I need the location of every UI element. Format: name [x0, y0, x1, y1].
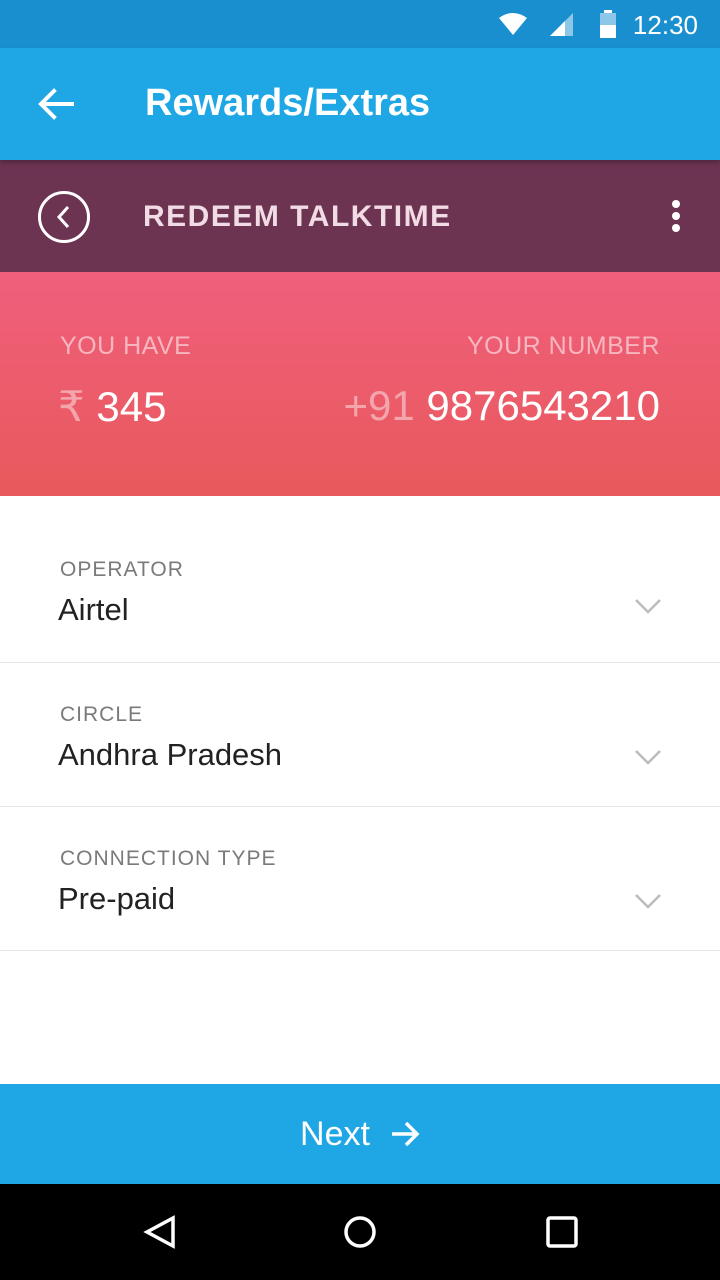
circle-value: Andhra Pradesh [58, 737, 283, 772]
operator-select[interactable]: OPERATOR Airtel [0, 496, 720, 663]
arrow-left-icon [38, 88, 74, 120]
back-triangle-icon [143, 1215, 175, 1249]
status-time: 12:30 [632, 10, 698, 40]
balance-amount: ₹ 345 [58, 382, 166, 431]
phone-number-value: 9876543210 [426, 382, 660, 429]
home-circle-icon [344, 1216, 376, 1248]
connection-type-value: Pre-paid [58, 881, 176, 916]
more-options-button[interactable] [658, 194, 694, 238]
status-bar: 12:30 [0, 0, 720, 48]
next-label: Next [300, 1114, 370, 1153]
phone-number: +91 9876543210 [343, 382, 660, 430]
circle-label: CIRCLE [60, 703, 144, 726]
back-button[interactable] [28, 76, 84, 132]
section-title: REDEEM TALKTIME [143, 200, 452, 233]
nav-back-button[interactable] [100, 1184, 220, 1280]
balance-panel: YOU HAVE YOUR NUMBER ₹ 345 +91 987654321… [0, 272, 720, 496]
more-vertical-icon [672, 200, 680, 208]
app-title: Rewards/Extras [145, 82, 431, 124]
arrow-right-icon [391, 1121, 420, 1147]
chevron-down-icon [635, 599, 661, 614]
section-header: REDEEM TALKTIME [0, 160, 720, 272]
rupee-icon: ₹ [58, 383, 85, 430]
app-bar: Rewards/Extras [0, 48, 720, 160]
chevron-left-icon [56, 205, 70, 229]
circle-select[interactable]: CIRCLE Andhra Pradesh [0, 663, 720, 807]
system-nav-bar [0, 1184, 720, 1280]
connection-type-label: CONNECTION TYPE [60, 847, 277, 870]
amount-value: 345 [96, 383, 167, 430]
country-code: +91 [343, 382, 415, 429]
operator-label: OPERATOR [60, 558, 184, 581]
you-have-label: YOU HAVE [60, 332, 192, 360]
recents-square-icon [546, 1216, 578, 1248]
your-number-label: YOUR NUMBER [466, 332, 660, 360]
cellular-signal-icon [550, 13, 573, 36]
nav-home-button[interactable] [300, 1184, 420, 1280]
section-back-button[interactable] [38, 191, 90, 243]
operator-value: Airtel [58, 592, 129, 627]
wifi-icon [499, 13, 527, 35]
next-button[interactable]: Next [0, 1084, 720, 1184]
battery-icon [600, 10, 616, 38]
chevron-down-icon [635, 750, 661, 765]
nav-recents-button[interactable] [502, 1184, 622, 1280]
chevron-down-icon [635, 894, 661, 909]
connection-type-select[interactable]: CONNECTION TYPE Pre-paid [0, 807, 720, 951]
